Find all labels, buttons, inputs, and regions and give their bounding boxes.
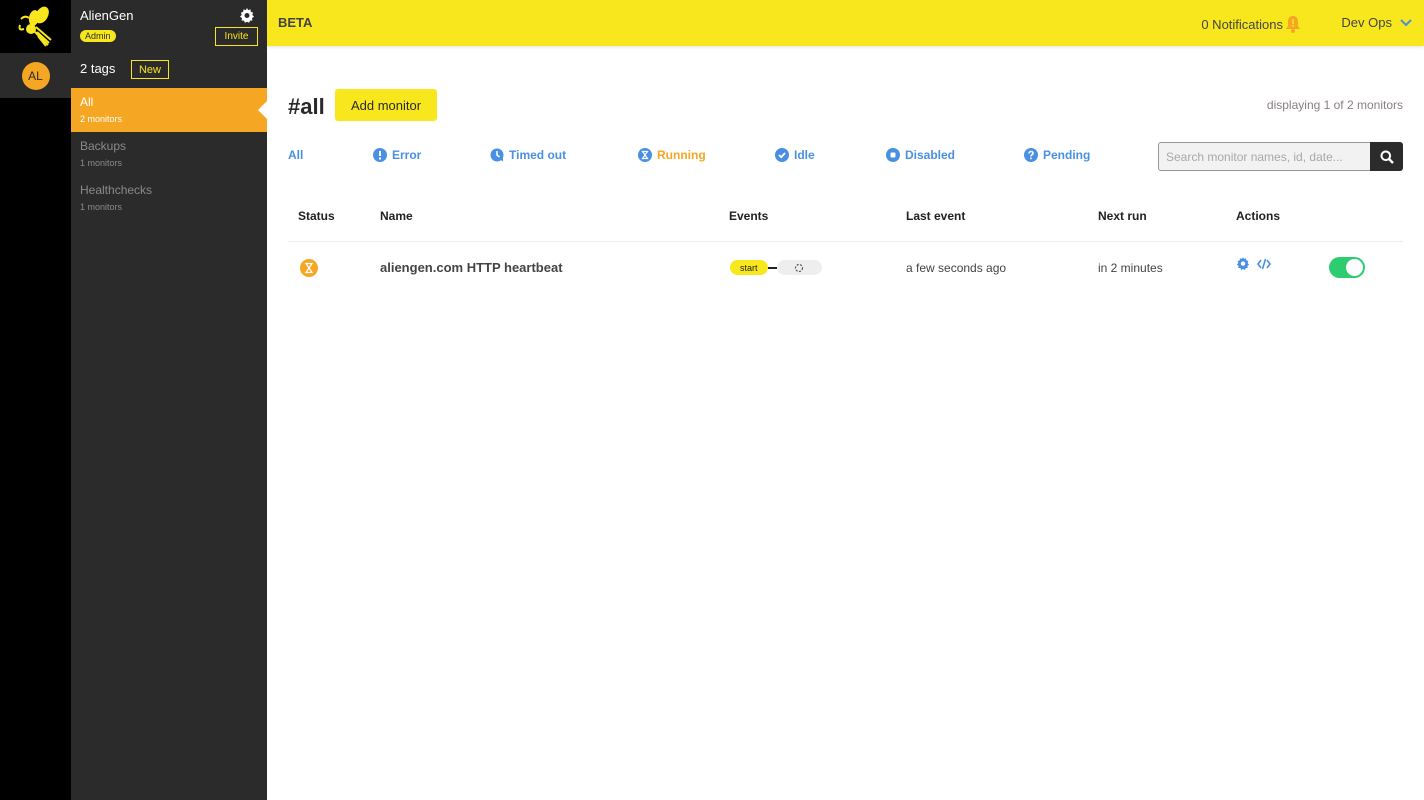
sidebar-item-healthchecks[interactable]: Healthchecks 1 monitors xyxy=(71,176,267,220)
gear-icon[interactable] xyxy=(1236,257,1250,271)
header-actions: Actions xyxy=(1236,209,1281,223)
event-timeline: start xyxy=(730,260,822,275)
chevron-down-icon xyxy=(1400,18,1412,26)
tag-count: 2 monitors xyxy=(80,114,123,124)
check-circle-icon xyxy=(775,148,789,162)
notifications-label: 0 Notifications xyxy=(1201,16,1283,32)
filter-label: All xyxy=(288,148,304,162)
filter-pending[interactable]: Pending xyxy=(1024,148,1090,162)
invite-button[interactable]: Invite xyxy=(215,27,258,46)
monitors-table: Status Name Events Last event Next run A… xyxy=(288,198,1403,292)
new-tag-button[interactable]: New xyxy=(131,60,169,79)
sidebar: AlienGen Admin Invite 2 tags New All 2 m… xyxy=(71,0,267,800)
search-button[interactable] xyxy=(1370,142,1403,171)
main-content: #all Add monitor displaying 1 of 2 monit… xyxy=(267,46,1424,800)
beta-label: BETA xyxy=(278,15,313,30)
filter-label: Idle xyxy=(794,148,815,162)
bell-icon xyxy=(1286,16,1300,33)
org-name: AlienGen xyxy=(80,8,134,23)
code-icon[interactable] xyxy=(1257,258,1271,270)
tags-count: 2 tags xyxy=(80,61,116,76)
bee-icon xyxy=(18,6,52,47)
header-next-run: Next run xyxy=(1098,209,1147,223)
last-event: a few seconds ago xyxy=(906,261,1007,275)
filter-label: Error xyxy=(392,148,422,162)
filter-disabled[interactable]: Disabled xyxy=(886,148,955,162)
table-header: Status Name Events Last event Next run A… xyxy=(288,198,1403,242)
tag-list: All 2 monitors Backups 1 monitors Health… xyxy=(71,88,267,220)
search-icon xyxy=(1380,150,1394,164)
status-running-icon xyxy=(300,259,318,277)
next-run: in 2 minutes xyxy=(1098,261,1163,275)
org-dropdown[interactable]: Dev Ops xyxy=(1341,15,1412,30)
toggle-knob xyxy=(1346,259,1363,276)
org-switcher-item[interactable]: AL xyxy=(0,53,71,98)
question-circle-icon xyxy=(1024,148,1038,162)
gear-icon[interactable] xyxy=(239,8,255,24)
filter-idle[interactable]: Idle xyxy=(775,148,815,162)
monitor-enabled-toggle[interactable] xyxy=(1329,257,1365,278)
event-pending[interactable] xyxy=(776,260,822,275)
displaying-count: displaying 1 of 2 monitors xyxy=(1266,98,1403,112)
tag-name: Healthchecks xyxy=(80,183,153,197)
header-status: Status xyxy=(298,209,335,223)
filter-label: Pending xyxy=(1043,148,1091,162)
tag-count: 1 monitors xyxy=(80,158,123,168)
hourglass-icon xyxy=(638,148,652,162)
filter-label: Disabled xyxy=(905,148,956,162)
row-actions xyxy=(1236,257,1271,271)
sidebar-item-backups[interactable]: Backups 1 monitors xyxy=(71,132,267,176)
avatar[interactable]: AL xyxy=(21,61,50,90)
header-events: Events xyxy=(729,209,769,223)
header-name: Name xyxy=(380,209,413,223)
filter-error[interactable]: Error xyxy=(373,148,421,162)
notifications-button[interactable]: 0 Notifications xyxy=(1201,15,1302,33)
filter-all[interactable]: All xyxy=(288,148,303,162)
stop-circle-icon xyxy=(886,148,900,162)
sidebar-item-all[interactable]: All 2 monitors xyxy=(71,88,267,132)
filter-running[interactable]: Running xyxy=(638,148,706,162)
clock-icon xyxy=(490,148,504,162)
header-last-event: Last event xyxy=(906,209,966,223)
tag-name: All xyxy=(80,95,94,109)
exclamation-circle-icon xyxy=(373,148,387,162)
org-dropdown-label: Dev Ops xyxy=(1341,15,1392,30)
search-input[interactable] xyxy=(1158,142,1370,171)
logo[interactable] xyxy=(0,0,71,53)
spinner-icon xyxy=(794,263,804,272)
filter-timed-out[interactable]: Timed out xyxy=(490,148,566,162)
filter-label: Timed out xyxy=(509,148,567,162)
tag-count: 1 monitors xyxy=(80,202,123,212)
page-title: #all xyxy=(288,94,325,119)
filter-label: Running xyxy=(657,148,706,162)
monitor-name[interactable]: aliengen.com HTTP heartbeat xyxy=(380,260,563,275)
table-row[interactable]: aliengen.com HTTP heartbeat start a few … xyxy=(288,242,1403,292)
org-rail: AL xyxy=(0,0,71,800)
event-start[interactable]: start xyxy=(730,260,768,275)
role-badge: Admin xyxy=(80,30,116,42)
tag-name: Backups xyxy=(80,139,127,153)
event-connector xyxy=(767,266,777,269)
top-bar: BETA 0 Notifications Dev Ops xyxy=(267,0,1424,46)
add-monitor-button[interactable]: Add monitor xyxy=(335,89,437,121)
